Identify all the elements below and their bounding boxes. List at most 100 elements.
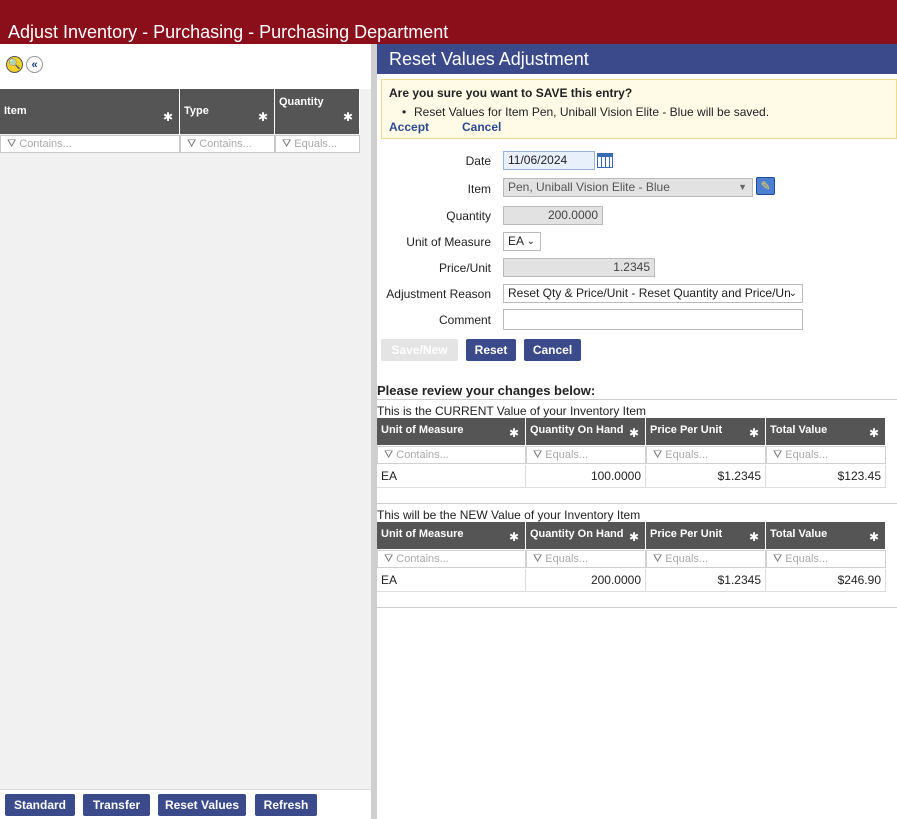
filter-icon: ⛛ <box>773 449 783 461</box>
item-select[interactable]: Pen, Uniball Vision Elite - Blue ▼ <box>503 178 753 197</box>
filter-price[interactable]: ⛛ Equals... <box>646 446 766 464</box>
filter-icon: ⛛ <box>653 449 663 461</box>
filter-placeholder: Equals... <box>294 138 338 150</box>
filter-placeholder: Equals... <box>665 449 709 461</box>
table-cell: EA <box>377 569 526 592</box>
filter-placeholder: Equals... <box>785 553 829 565</box>
gear-icon[interactable]: ✱ <box>629 530 639 544</box>
table-cell: $123.45 <box>766 465 886 488</box>
filter-placeholder: Contains... <box>19 138 72 150</box>
filter-quantity[interactable]: ⛛ Equals... <box>275 135 360 153</box>
filter-type[interactable]: ⛛ Contains... <box>180 135 275 153</box>
filter-icon: ⛛ <box>384 449 394 461</box>
filter-icon: ⛛ <box>773 553 783 565</box>
standard-button[interactable]: Standard <box>5 794 75 816</box>
price-field[interactable]: 1.2345 <box>503 258 655 277</box>
refresh-button[interactable]: Refresh <box>255 794 317 816</box>
date-label: Date <box>465 154 491 168</box>
gear-icon[interactable]: ✱ <box>343 110 353 124</box>
chevron-down-icon: ⌄ <box>788 288 797 299</box>
filter-qty[interactable]: ⛛ Equals... <box>526 550 646 568</box>
calendar-icon[interactable] <box>597 153 613 168</box>
column-label: Type <box>184 105 209 117</box>
filter-item[interactable]: ⛛ Contains... <box>0 135 180 153</box>
search-icon[interactable]: 🔍 <box>6 56 23 73</box>
column-header-price[interactable]: Price Per Unit ✱ <box>646 522 766 549</box>
quantity-field[interactable]: 200.0000 <box>503 206 603 225</box>
column-header-uom[interactable]: Unit of Measure ✱ <box>377 418 526 445</box>
chevron-down-icon: ▼ <box>738 182 747 192</box>
filter-icon: ⛛ <box>384 553 394 565</box>
gear-icon[interactable]: ✱ <box>869 426 879 440</box>
item-lookup-icon[interactable]: ✎ <box>756 177 775 195</box>
date-field[interactable]: 11/06/2024 <box>503 151 595 170</box>
cancel-link[interactable]: Cancel <box>462 120 501 134</box>
column-header-quantity[interactable]: Quantity ✱ <box>275 89 360 134</box>
dialog-title: Reset Values Adjustment <box>377 44 897 74</box>
left-pane: 🔍 « Item ✱ Type ✱ Quantity ✱ ⛛ Contains..… <box>0 44 371 819</box>
column-header-total[interactable]: Total Value ✱ <box>766 418 886 445</box>
comment-field[interactable] <box>503 309 803 330</box>
chevron-down-icon: ⌄ <box>526 236 535 247</box>
divider <box>377 503 897 504</box>
column-label: Unit of Measure <box>381 528 464 540</box>
collapse-icon[interactable]: « <box>26 56 43 73</box>
left-toolbar: 🔍 « <box>0 44 371 89</box>
confirm-panel: Are you sure you want to SAVE this entry… <box>381 79 897 139</box>
filter-uom[interactable]: ⛛ Contains... <box>377 446 526 464</box>
reason-value: Reset Qty & Price/Unit - Reset Quantity … <box>508 286 791 300</box>
table-cell: 200.0000 <box>526 569 646 592</box>
uom-select[interactable]: EA ⌄ <box>503 232 541 251</box>
gear-icon[interactable]: ✱ <box>869 530 879 544</box>
column-header-price[interactable]: Price Per Unit ✱ <box>646 418 766 445</box>
table-cell: EA <box>377 465 526 488</box>
page-title: Adjust Inventory - Purchasing - Purchasi… <box>8 22 449 42</box>
filter-uom[interactable]: ⛛ Contains... <box>377 550 526 568</box>
filter-total[interactable]: ⛛ Equals... <box>766 446 886 464</box>
table-cell: 100.0000 <box>526 465 646 488</box>
column-header-total[interactable]: Total Value ✱ <box>766 522 886 549</box>
table-cell: $246.90 <box>766 569 886 592</box>
gear-icon[interactable]: ✱ <box>749 426 759 440</box>
column-label: Unit of Measure <box>381 424 464 436</box>
cancel-button[interactable]: Cancel <box>524 339 581 361</box>
transfer-button[interactable]: Transfer <box>83 794 150 816</box>
save-new-button[interactable]: Save/New <box>381 339 458 361</box>
column-label: Quantity On Hand <box>530 528 624 540</box>
filter-icon: ⛛ <box>653 553 663 565</box>
divider <box>377 607 897 608</box>
filter-qty[interactable]: ⛛ Equals... <box>526 446 646 464</box>
title-bar: Adjust Inventory - Purchasing - Purchasi… <box>0 0 897 44</box>
column-header-type[interactable]: Type ✱ <box>180 89 275 134</box>
gear-icon[interactable]: ✱ <box>629 426 639 440</box>
accept-link[interactable]: Accept <box>389 120 429 134</box>
reset-values-button[interactable]: Reset Values <box>158 794 246 816</box>
filter-icon: ⛛ <box>533 553 543 565</box>
gear-icon[interactable]: ✱ <box>749 530 759 544</box>
column-header-uom[interactable]: Unit of Measure ✱ <box>377 522 526 549</box>
filter-icon: ⛛ <box>187 138 197 150</box>
column-label: Price Per Unit <box>650 424 723 436</box>
filter-price[interactable]: ⛛ Equals... <box>646 550 766 568</box>
column-header-qty[interactable]: Quantity On Hand ✱ <box>526 522 646 549</box>
reset-button[interactable]: Reset <box>466 339 516 361</box>
gear-icon[interactable]: ✱ <box>509 530 519 544</box>
gear-icon[interactable]: ✱ <box>258 110 268 124</box>
gear-icon[interactable]: ✱ <box>163 110 173 124</box>
price-label: Price/Unit <box>438 261 491 275</box>
gear-icon[interactable]: ✱ <box>509 426 519 440</box>
column-label: Quantity On Hand <box>530 424 624 436</box>
column-header-qty[interactable]: Quantity On Hand ✱ <box>526 418 646 445</box>
column-label: Price Per Unit <box>650 528 723 540</box>
reason-select[interactable]: Reset Qty & Price/Unit - Reset Quantity … <box>503 284 803 303</box>
table-cell: $1.2345 <box>646 569 766 592</box>
filter-placeholder: Equals... <box>665 553 709 565</box>
bottom-toolbar: Standard Transfer Reset Values Refresh <box>0 789 371 819</box>
column-label: Quantity <box>279 96 324 108</box>
filter-total[interactable]: ⛛ Equals... <box>766 550 886 568</box>
filter-icon: ⛛ <box>533 449 543 461</box>
new-value-table: Unit of Measure ✱ Quantity On Hand ✱ Price… <box>377 522 886 593</box>
filter-placeholder: Equals... <box>545 449 589 461</box>
column-header-item[interactable]: Item ✱ <box>0 89 180 134</box>
review-title: Please review your changes below: <box>377 383 596 398</box>
